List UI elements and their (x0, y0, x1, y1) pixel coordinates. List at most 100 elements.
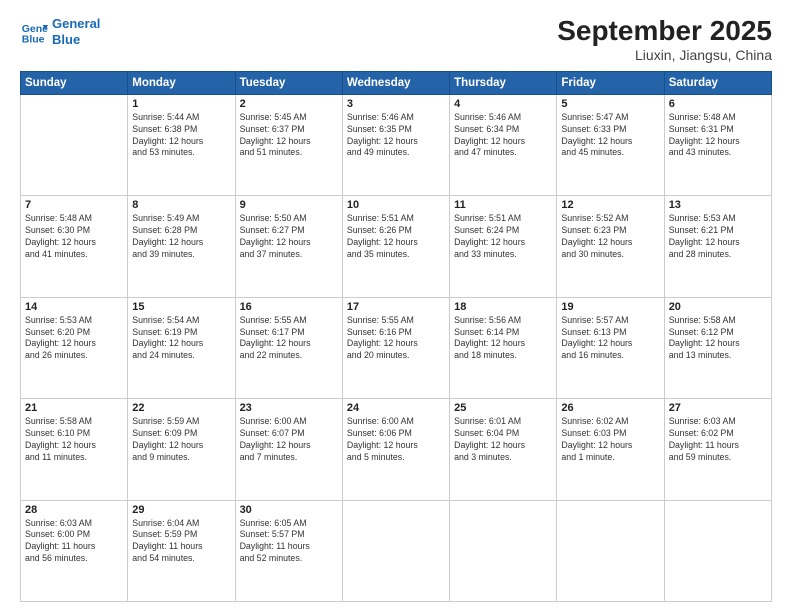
calendar-cell: 16 Sunrise: 5:55 AM Sunset: 6:17 PM Dayli… (235, 297, 342, 398)
day-info: Sunrise: 5:50 AM Sunset: 6:27 PM Dayligh… (240, 213, 338, 261)
day-number: 24 (347, 402, 445, 414)
calendar-cell: 4 Sunrise: 5:46 AM Sunset: 6:34 PM Daylig… (450, 94, 557, 195)
day-info: Sunrise: 6:03 AM Sunset: 6:00 PM Dayligh… (25, 518, 123, 566)
day-info: Sunrise: 5:47 AM Sunset: 6:33 PM Dayligh… (561, 112, 659, 160)
calendar-cell: 25 Sunrise: 6:01 AM Sunset: 6:04 PM Dayli… (450, 399, 557, 500)
calendar-cell: 2 Sunrise: 5:45 AM Sunset: 6:37 PM Daylig… (235, 94, 342, 195)
calendar-cell: 9 Sunrise: 5:50 AM Sunset: 6:27 PM Daylig… (235, 196, 342, 297)
day-number: 8 (132, 199, 230, 211)
day-number: 23 (240, 402, 338, 414)
day-number: 1 (132, 98, 230, 110)
day-info: Sunrise: 5:49 AM Sunset: 6:28 PM Dayligh… (132, 213, 230, 261)
calendar-cell: 29 Sunrise: 6:04 AM Sunset: 5:59 PM Dayli… (128, 500, 235, 601)
calendar-cell: 20 Sunrise: 5:58 AM Sunset: 6:12 PM Dayli… (664, 297, 771, 398)
day-number: 29 (132, 504, 230, 516)
day-number: 30 (240, 504, 338, 516)
header: General Blue General Blue September 2025… (20, 16, 772, 63)
calendar-cell (21, 94, 128, 195)
calendar-week-row: 21 Sunrise: 5:58 AM Sunset: 6:10 PM Dayli… (21, 399, 772, 500)
day-info: Sunrise: 6:04 AM Sunset: 5:59 PM Dayligh… (132, 518, 230, 566)
calendar-cell: 18Sunrise: 5:56 AM Sunset: 6:14 PM Dayli… (450, 297, 557, 398)
calendar-cell: 1 Sunrise: 5:44 AM Sunset: 6:38 PM Daylig… (128, 94, 235, 195)
day-info: Sunrise: 5:58 AM Sunset: 6:12 PM Dayligh… (669, 315, 767, 363)
day-number: 19 (561, 301, 659, 313)
day-info: Sunrise: 5:53 AM Sunset: 6:20 PM Dayligh… (25, 315, 123, 363)
day-number: 17 (347, 301, 445, 313)
calendar-cell: 13Sunrise: 5:53 AM Sunset: 6:21 PM Dayli… (664, 196, 771, 297)
calendar-cell (450, 500, 557, 601)
day-number: 21 (25, 402, 123, 414)
day-number: 15 (132, 301, 230, 313)
day-info: Sunrise: 6:01 AM Sunset: 6:04 PM Dayligh… (454, 416, 552, 464)
day-info: Sunrise: 5:46 AM Sunset: 6:35 PM Dayligh… (347, 112, 445, 160)
day-number: 7 (25, 199, 123, 211)
day-number: 2 (240, 98, 338, 110)
weekday-header-saturday: Saturday (664, 71, 771, 94)
day-number: 11 (454, 199, 552, 211)
calendar-week-row: 14 Sunrise: 5:53 AM Sunset: 6:20 PM Dayli… (21, 297, 772, 398)
day-info: Sunrise: 5:45 AM Sunset: 6:37 PM Dayligh… (240, 112, 338, 160)
title-block: September 2025 Liuxin, Jiangsu, China (557, 16, 772, 63)
calendar-page: General Blue General Blue September 2025… (0, 0, 792, 612)
logo: General Blue General Blue (20, 16, 100, 47)
day-number: 28 (25, 504, 123, 516)
day-info: Sunrise: 5:54 AM Sunset: 6:19 PM Dayligh… (132, 315, 230, 363)
day-info: Sunrise: 5:48 AM Sunset: 6:31 PM Dayligh… (669, 112, 767, 160)
svg-text:Blue: Blue (22, 33, 45, 45)
weekday-header-sunday: Sunday (21, 71, 128, 94)
weekday-header-friday: Friday (557, 71, 664, 94)
day-number: 10 (347, 199, 445, 211)
calendar-cell: 3 Sunrise: 5:46 AM Sunset: 6:35 PM Daylig… (342, 94, 449, 195)
calendar-table: SundayMondayTuesdayWednesdayThursdayFrid… (20, 71, 772, 602)
calendar-cell: 14 Sunrise: 5:53 AM Sunset: 6:20 PM Dayli… (21, 297, 128, 398)
calendar-cell: 8 Sunrise: 5:49 AM Sunset: 6:28 PM Daylig… (128, 196, 235, 297)
day-number: 3 (347, 98, 445, 110)
day-info: Sunrise: 5:44 AM Sunset: 6:38 PM Dayligh… (132, 112, 230, 160)
calendar-cell: 5Sunrise: 5:47 AM Sunset: 6:33 PM Daylig… (557, 94, 664, 195)
calendar-cell (664, 500, 771, 601)
calendar-week-row: 28 Sunrise: 6:03 AM Sunset: 6:00 PM Dayli… (21, 500, 772, 601)
calendar-cell: 12 Sunrise: 5:52 AM Sunset: 6:23 PM Dayli… (557, 196, 664, 297)
day-info: Sunrise: 5:51 AM Sunset: 6:24 PM Dayligh… (454, 213, 552, 261)
day-info: Sunrise: 5:56 AM Sunset: 6:14 PM Dayligh… (454, 315, 552, 363)
calendar-cell: 6Sunrise: 5:48 AM Sunset: 6:31 PM Daylig… (664, 94, 771, 195)
weekday-header-tuesday: Tuesday (235, 71, 342, 94)
day-info: Sunrise: 5:48 AM Sunset: 6:30 PM Dayligh… (25, 213, 123, 261)
day-number: 20 (669, 301, 767, 313)
calendar-cell: 19 Sunrise: 5:57 AM Sunset: 6:13 PM Dayli… (557, 297, 664, 398)
day-info: Sunrise: 5:57 AM Sunset: 6:13 PM Dayligh… (561, 315, 659, 363)
calendar-cell (342, 500, 449, 601)
day-info: Sunrise: 5:55 AM Sunset: 6:17 PM Dayligh… (240, 315, 338, 363)
day-number: 16 (240, 301, 338, 313)
calendar-cell: 28 Sunrise: 6:03 AM Sunset: 6:00 PM Dayli… (21, 500, 128, 601)
calendar-week-row: 1 Sunrise: 5:44 AM Sunset: 6:38 PM Daylig… (21, 94, 772, 195)
calendar-cell: 22Sunrise: 5:59 AM Sunset: 6:09 PM Dayli… (128, 399, 235, 500)
day-info: Sunrise: 5:58 AM Sunset: 6:10 PM Dayligh… (25, 416, 123, 464)
day-info: Sunrise: 5:46 AM Sunset: 6:34 PM Dayligh… (454, 112, 552, 160)
calendar-subtitle: Liuxin, Jiangsu, China (557, 47, 772, 63)
calendar-cell: 11 Sunrise: 5:51 AM Sunset: 6:24 PM Dayli… (450, 196, 557, 297)
day-number: 27 (669, 402, 767, 414)
logo-blue: Blue (52, 32, 100, 48)
day-info: Sunrise: 5:52 AM Sunset: 6:23 PM Dayligh… (561, 213, 659, 261)
logo-icon: General Blue (20, 18, 48, 46)
day-number: 25 (454, 402, 552, 414)
calendar-cell: 30Sunrise: 6:05 AM Sunset: 5:57 PM Dayli… (235, 500, 342, 601)
calendar-week-row: 7 Sunrise: 5:48 AM Sunset: 6:30 PM Daylig… (21, 196, 772, 297)
calendar-cell: 17 Sunrise: 5:55 AM Sunset: 6:16 PM Dayli… (342, 297, 449, 398)
day-number: 9 (240, 199, 338, 211)
calendar-cell: 26Sunrise: 6:02 AM Sunset: 6:03 PM Dayli… (557, 399, 664, 500)
day-number: 4 (454, 98, 552, 110)
calendar-cell: 23 Sunrise: 6:00 AM Sunset: 6:07 PM Dayli… (235, 399, 342, 500)
day-info: Sunrise: 6:03 AM Sunset: 6:02 PM Dayligh… (669, 416, 767, 464)
day-number: 26 (561, 402, 659, 414)
day-info: Sunrise: 5:55 AM Sunset: 6:16 PM Dayligh… (347, 315, 445, 363)
day-number: 22 (132, 402, 230, 414)
logo-general: General (52, 16, 100, 32)
day-info: Sunrise: 5:51 AM Sunset: 6:26 PM Dayligh… (347, 213, 445, 261)
calendar-cell: 21 Sunrise: 5:58 AM Sunset: 6:10 PM Dayli… (21, 399, 128, 500)
day-number: 14 (25, 301, 123, 313)
day-info: Sunrise: 6:00 AM Sunset: 6:07 PM Dayligh… (240, 416, 338, 464)
day-number: 12 (561, 199, 659, 211)
calendar-cell: 10 Sunrise: 5:51 AM Sunset: 6:26 PM Dayli… (342, 196, 449, 297)
